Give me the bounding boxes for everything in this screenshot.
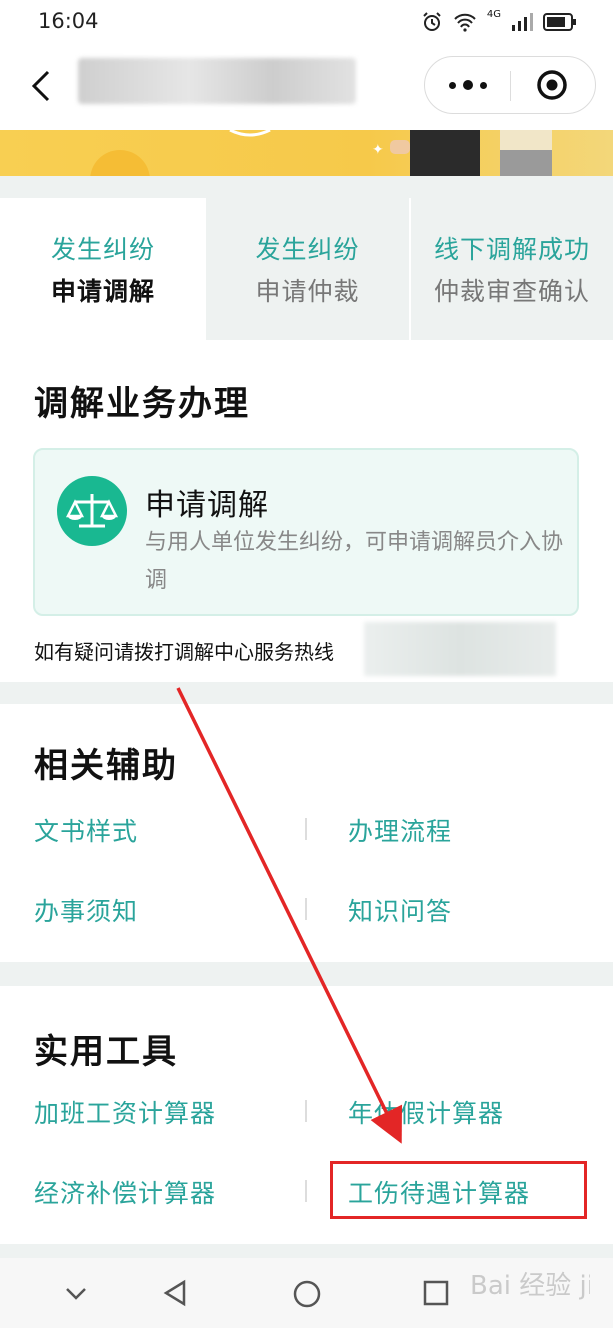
top-banner[interactable]: ✦ bbox=[0, 130, 613, 176]
nav-home-icon[interactable] bbox=[292, 1279, 322, 1309]
status-bar: 16:04 4G bbox=[0, 0, 613, 46]
capsule-divider bbox=[510, 71, 511, 101]
scale-icon bbox=[57, 476, 127, 546]
tab-label-1: 发生纠纷 bbox=[50, 235, 155, 264]
card-description: 与用人单位发生纠纷，可申请调解员介入协调 bbox=[145, 530, 564, 593]
tab-apply-mediation[interactable]: 发生纠纷 申请调解 bbox=[0, 198, 206, 340]
tab-sublabel-3: 仲裁审查确认 bbox=[433, 277, 590, 306]
alarm-icon bbox=[423, 12, 441, 31]
back-icon[interactable] bbox=[26, 66, 62, 106]
apply-mediation-card[interactable]: 申请调解 与用人单位发生纠纷，可申请调解员介入协调 bbox=[33, 448, 579, 616]
hotline-number-redacted bbox=[364, 622, 556, 676]
capsule-menu bbox=[424, 56, 596, 114]
section-heading: 调解业务办理 bbox=[34, 384, 250, 424]
svg-text:✦: ✦ bbox=[372, 142, 384, 158]
nav-down-icon[interactable] bbox=[62, 1282, 90, 1304]
close-miniprogram-icon[interactable] bbox=[535, 68, 569, 102]
tab-sublabel-1: 申请调解 bbox=[50, 277, 155, 306]
baidu-jingyan-watermark: Bai 经验 jingyan.baidu.com bbox=[470, 1271, 590, 1301]
nav-recent-icon[interactable] bbox=[423, 1280, 449, 1306]
svg-text:Bai 经验 jingyan.baidu.com: Bai 经验 jingyan.baidu.com bbox=[470, 1271, 590, 1301]
divider bbox=[305, 818, 307, 840]
card-title: 申请调解 bbox=[145, 488, 269, 523]
more-icon[interactable] bbox=[425, 57, 511, 113]
tab-arbitration-review[interactable]: 线下调解成功 仲裁审查确认 bbox=[411, 198, 613, 340]
link-overtime-calculator[interactable]: 加班工资计算器 bbox=[34, 1094, 216, 1130]
mediation-section: 调解业务办理 申请调解 与用人单位发生纠纷，可申请调解员介入协调 如有疑问请拨打… bbox=[0, 340, 613, 682]
link-process-flow[interactable]: 办理流程 bbox=[348, 812, 452, 848]
page-title-redacted bbox=[78, 58, 356, 104]
link-document-templates[interactable]: 文书样式 bbox=[34, 812, 138, 848]
section-heading: 相关辅助 bbox=[34, 746, 178, 786]
link-qa[interactable]: 知识问答 bbox=[348, 892, 452, 928]
process-tabs: 发生纠纷 申请调解 发生纠纷 申请仲裁 线下调解成功 仲裁审查确认 bbox=[0, 198, 613, 340]
tab-label-2: 发生纠纷 bbox=[255, 235, 360, 264]
divider bbox=[305, 898, 307, 920]
link-compensation-calculator[interactable]: 经济补偿计算器 bbox=[34, 1174, 216, 1210]
link-annual-leave-calculator[interactable]: 年休假计算器 bbox=[348, 1094, 504, 1130]
annotation-highlight-box bbox=[330, 1161, 587, 1219]
signal-icon bbox=[512, 13, 533, 31]
tab-label-3: 线下调解成功 bbox=[433, 235, 590, 264]
aux-section: 相关辅助 文书样式 办理流程 办事须知 知识问答 bbox=[0, 704, 613, 962]
banner-illustration: ✦ bbox=[90, 130, 552, 176]
divider bbox=[305, 1100, 307, 1122]
tab-apply-arbitration[interactable]: 发生纠纷 申请仲裁 bbox=[206, 198, 409, 340]
network-label: 4G bbox=[486, 8, 501, 20]
link-notices[interactable]: 办事须知 bbox=[34, 892, 138, 928]
wifi-icon bbox=[454, 13, 476, 32]
tab-sublabel-2: 申请仲裁 bbox=[255, 277, 360, 306]
status-time: 16:04 bbox=[38, 9, 99, 33]
nav-back-icon[interactable] bbox=[160, 1278, 190, 1308]
mini-program-nav-bar bbox=[0, 46, 613, 130]
section-heading: 实用工具 bbox=[34, 1032, 178, 1072]
divider bbox=[305, 1180, 307, 1202]
hotline-text: 如有疑问请拨打调解中心服务热线 bbox=[34, 640, 334, 664]
battery-icon bbox=[543, 13, 576, 31]
